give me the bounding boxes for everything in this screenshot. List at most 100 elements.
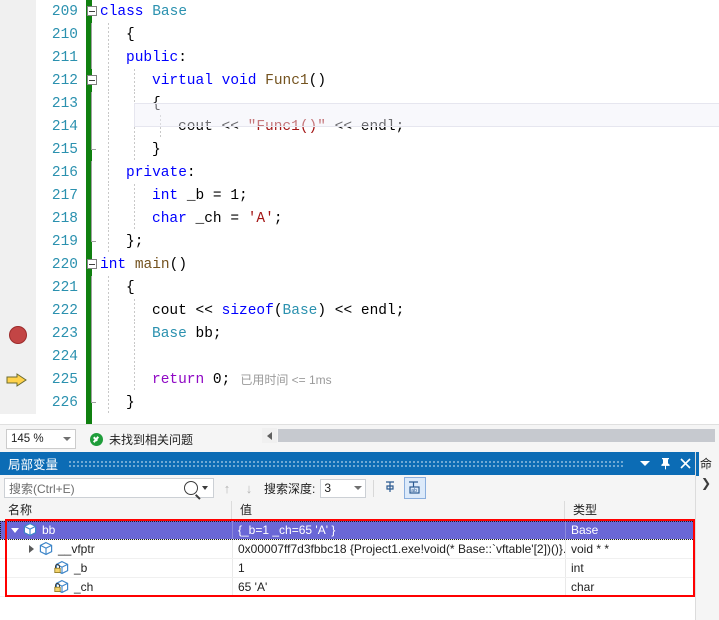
code-text-area[interactable]: int main(): [100, 253, 719, 276]
variable-value-cell[interactable]: 1: [232, 559, 565, 577]
column-header-value[interactable]: 值: [232, 501, 565, 520]
code-text-area[interactable]: private:: [100, 161, 719, 184]
code-line[interactable]: 217 int _b = 1;: [0, 184, 719, 207]
glyph-margin[interactable]: [0, 322, 36, 345]
fold-margin[interactable]: [86, 299, 100, 322]
glyph-margin[interactable]: [0, 23, 36, 46]
close-button[interactable]: [675, 452, 695, 475]
code-text-area[interactable]: virtual void Func1(): [100, 69, 719, 92]
search-input[interactable]: 搜索(Ctrl+E): [4, 478, 214, 498]
glyph-margin[interactable]: [0, 184, 36, 207]
titlebar-drag-handle[interactable]: [68, 460, 625, 467]
code-line[interactable]: 221 {: [0, 276, 719, 299]
code-line[interactable]: 218 char _ch = 'A';: [0, 207, 719, 230]
code-text-area[interactable]: {: [100, 23, 719, 46]
search-depth-select[interactable]: 3: [320, 478, 367, 498]
code-text-area[interactable]: }: [100, 138, 719, 161]
variable-value-cell[interactable]: {_b=1 _ch=65 'A' }: [232, 521, 565, 539]
code-text-area[interactable]: cout << sizeof(Base) << endl;: [100, 299, 719, 322]
fold-margin[interactable]: [86, 253, 100, 276]
code-line[interactable]: 212 virtual void Func1(): [0, 69, 719, 92]
glyph-margin[interactable]: [0, 253, 36, 276]
show-raw-values-button[interactable]: ab: [404, 477, 427, 499]
fold-margin[interactable]: [86, 69, 100, 92]
glyph-margin[interactable]: [0, 276, 36, 299]
search-next-button[interactable]: ↓: [240, 478, 258, 498]
variable-name-cell[interactable]: _b: [0, 559, 232, 577]
code-text-area[interactable]: [100, 345, 719, 368]
code-text-area[interactable]: int _b = 1;: [100, 184, 719, 207]
fold-margin[interactable]: [86, 92, 100, 115]
breakpoint-icon[interactable]: [9, 326, 27, 344]
fold-margin[interactable]: [86, 276, 100, 299]
glyph-margin[interactable]: [0, 368, 36, 391]
glyph-margin[interactable]: [0, 161, 36, 184]
glyph-margin[interactable]: [0, 345, 36, 368]
variable-name-cell[interactable]: bb: [0, 521, 232, 539]
code-text-area[interactable]: cout << "Func1()" << endl;: [100, 115, 719, 138]
column-header-type[interactable]: 类型: [565, 501, 695, 520]
variable-value-cell[interactable]: 0x00007ff7d3fbbc18 {Project1.exe!void(* …: [232, 540, 565, 558]
glyph-margin[interactable]: [0, 69, 36, 92]
collapse-icon[interactable]: [87, 259, 97, 269]
fold-margin[interactable]: [86, 207, 100, 230]
fold-margin[interactable]: [86, 46, 100, 69]
glyph-margin[interactable]: [0, 46, 36, 69]
code-line[interactable]: 214 cout << "Func1()" << endl;: [0, 115, 719, 138]
code-text-area[interactable]: class Base: [100, 0, 719, 23]
code-line[interactable]: 220 int main(): [0, 253, 719, 276]
column-header-name[interactable]: 名称: [0, 501, 232, 520]
variable-value-cell[interactable]: 65 'A': [232, 578, 565, 596]
glyph-margin[interactable]: [0, 0, 36, 23]
glyph-margin[interactable]: [0, 92, 36, 115]
variable-name-cell[interactable]: __vfptr: [0, 540, 232, 558]
variable-name-cell[interactable]: _ch: [0, 578, 232, 596]
scroll-left-button[interactable]: [262, 428, 277, 443]
command-window-tab[interactable]: 命: [700, 455, 712, 472]
code-text-area[interactable]: Base bb;: [100, 322, 719, 345]
expand-chevron-icon[interactable]: ❯: [701, 476, 711, 490]
code-line[interactable]: 216 private:: [0, 161, 719, 184]
collapse-icon[interactable]: [87, 6, 97, 16]
code-text-area[interactable]: char _ch = 'A';: [100, 207, 719, 230]
code-text-area[interactable]: public:: [100, 46, 719, 69]
code-line[interactable]: 213 {: [0, 92, 719, 115]
scrollbar-thumb[interactable]: [278, 429, 715, 442]
code-editor[interactable]: 209 class Base 210 {211 public: 212 virtual vo…: [0, 0, 719, 424]
table-row[interactable]: __vfptr 0x00007ff7d3fbbc18 {Project1.exe!…: [0, 540, 695, 559]
fold-margin[interactable]: [86, 138, 100, 161]
fold-margin[interactable]: [86, 322, 100, 345]
fold-margin[interactable]: [86, 0, 100, 23]
fold-margin[interactable]: [86, 115, 100, 138]
code-text-area[interactable]: }: [100, 391, 719, 414]
code-line[interactable]: 222 cout << sizeof(Base) << endl;: [0, 299, 719, 322]
chevron-down-icon[interactable]: [202, 486, 208, 490]
code-line[interactable]: 215}: [0, 138, 719, 161]
code-text-area[interactable]: {: [100, 92, 719, 115]
expander-triangle-icon[interactable]: [8, 521, 22, 539]
glyph-margin[interactable]: [0, 230, 36, 253]
fold-margin[interactable]: [86, 23, 100, 46]
search-previous-button[interactable]: ↑: [218, 478, 236, 498]
glyph-margin[interactable]: [0, 391, 36, 414]
glyph-margin[interactable]: [0, 115, 36, 138]
table-row[interactable]: bb {_b=1 _ch=65 'A' } Base: [0, 521, 695, 540]
zoom-level-select[interactable]: 145 %: [6, 429, 76, 449]
code-line[interactable]: 210 {: [0, 23, 719, 46]
panel-menu-button[interactable]: [635, 452, 655, 475]
fold-margin[interactable]: [86, 391, 100, 414]
fold-margin[interactable]: [86, 345, 100, 368]
fold-margin[interactable]: [86, 368, 100, 391]
code-text-area[interactable]: {: [100, 276, 719, 299]
fold-margin[interactable]: [86, 184, 100, 207]
table-row[interactable]: _b 1 int: [0, 559, 695, 578]
glyph-margin[interactable]: [0, 207, 36, 230]
collapse-icon[interactable]: [87, 75, 97, 85]
glyph-margin[interactable]: [0, 138, 36, 161]
right-dock-strip[interactable]: 命 ❯: [695, 452, 719, 620]
code-line[interactable]: 224: [0, 345, 719, 368]
variables-grid[interactable]: 名称 值 类型 bb {_b=1 _ch=65 'A' } Base __vfptr 0…: [0, 501, 695, 620]
code-text-area[interactable]: return 0; 已用时间 <= 1ms: [100, 368, 719, 391]
code-line[interactable]: 223 Base bb;: [0, 322, 719, 345]
fold-margin[interactable]: [86, 161, 100, 184]
